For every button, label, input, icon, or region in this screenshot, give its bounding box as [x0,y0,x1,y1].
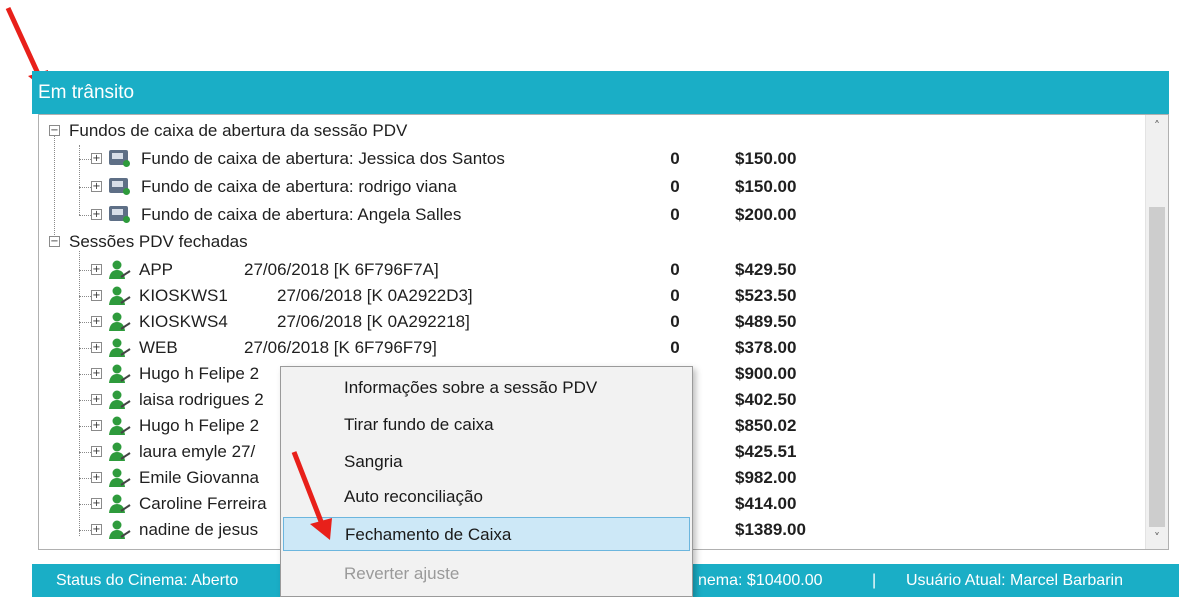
row-qty: 0 [670,205,680,224]
plus-box-icon[interactable]: + [91,420,102,431]
row-amount: $850.02 [735,416,797,435]
session-name: Emile Giovanna [139,468,260,487]
session-name: Caroline Ferreira [139,494,267,513]
status-cinema: Status do Cinema: Aberto [56,572,239,589]
tree-row[interactable]: + Fundo de caixa de abertura: Jessica do… [39,146,1139,172]
tree-row[interactable]: + Fundo de caixa de abertura: rodrigo vi… [39,174,1139,200]
row-amount: $900.00 [735,364,797,383]
user-icon [109,390,131,410]
plus-box-icon[interactable]: + [91,446,102,457]
session-name: KIOSKWS1 [139,286,228,305]
panel-header: Em trânsito [32,71,1169,114]
row-qty: 0 [670,286,680,305]
plus-box-icon[interactable]: + [91,153,102,164]
plus-box-icon[interactable]: + [91,394,102,405]
monitor-icon [109,178,130,195]
row-qty: 0 [670,149,680,168]
monitor-icon [109,206,130,223]
user-icon [109,468,131,488]
tree-row[interactable]: + KIOSKWS4 27/06/2018 [K 0A292218] 0 $489.50 [39,309,1139,335]
plus-box-icon[interactable]: + [91,209,102,220]
plus-box-icon[interactable]: + [91,316,102,327]
tree-row[interactable]: + WEB 27/06/2018 [K 6F796F79] 0 $378.00 [39,335,1139,361]
user-icon [109,312,131,332]
tree-row[interactable]: + Fundo de caixa de abertura: Angela Sal… [39,202,1139,228]
session-detail: 27/06/2018 [K 6F796F7A] [244,260,439,279]
session-name: laisa rodrigues 2 [139,390,264,409]
session-name: laura emyle 27/ [139,442,256,461]
plus-box-icon[interactable]: + [91,290,102,301]
tree-row-label: Fundo de caixa de abertura: rodrigo vian… [141,177,457,196]
row-amount: $425.51 [735,442,797,461]
menu-item-auto-reconciliation[interactable]: Auto reconciliação [283,480,690,514]
row-amount: $429.50 [735,260,797,279]
user-icon [109,286,131,306]
session-name: Hugo h Felipe 2 [139,416,260,435]
menu-item-close-register[interactable]: Fechamento de Caixa [283,517,690,551]
chevron-up-icon[interactable]: ˄ [1146,115,1168,137]
row-amount: $402.50 [735,390,797,409]
plus-box-icon[interactable]: + [91,472,102,483]
scroll-thumb[interactable] [1149,207,1165,527]
plus-box-icon[interactable]: + [91,181,102,192]
session-name: WEB [139,338,178,357]
tree-row-label: Fundo de caixa de abertura: Jessica dos … [141,149,505,168]
session-detail: 27/06/2018 [K 0A2922D3] [277,286,473,305]
menu-item-sangria[interactable]: Sangria [283,445,690,479]
row-qty: 0 [670,312,680,331]
tree-group-label: Fundos de caixa de abertura da sessão PD… [69,121,408,140]
plus-box-icon[interactable]: + [91,342,102,353]
plus-box-icon[interactable]: + [91,264,102,275]
row-amount: $489.50 [735,312,797,331]
menu-item-session-info[interactable]: Informações sobre a sessão PDV [283,371,690,405]
vertical-scrollbar[interactable]: ˄ ˅ [1145,115,1168,549]
session-name: KIOSKWS4 [139,312,228,331]
user-icon [109,442,131,462]
tree-row[interactable]: + KIOSKWS1 27/06/2018 [K 0A2922D3] 0 $523.50 [39,283,1139,309]
plus-box-icon[interactable]: + [91,368,102,379]
monitor-icon [109,150,130,167]
session-detail: 27/06/2018 [K 6F796F79] [244,338,437,357]
chevron-down-icon[interactable]: ˅ [1146,527,1168,549]
user-icon [109,364,131,384]
row-amount: $150.00 [735,149,797,168]
user-icon [109,416,131,436]
menu-item-revert-adjustment[interactable]: Reverter ajuste [283,557,690,591]
user-icon [109,338,131,358]
status-separator: | [872,572,877,589]
row-amount: $523.50 [735,286,797,305]
plus-box-icon[interactable]: + [91,498,102,509]
session-name: APP [139,260,174,279]
tree-group-label: Sessões PDV fechadas [69,232,248,251]
row-amount: $378.00 [735,338,797,357]
plus-box-icon[interactable]: + [91,524,102,535]
row-qty: 0 [670,338,680,357]
tree-row[interactable]: + APP 27/06/2018 [K 6F796F7A] 0 $429.50 [39,257,1139,283]
menu-item-take-cash-fund[interactable]: Tirar fundo de caixa [283,408,690,442]
session-name: nadine de jesus [139,520,259,539]
tree-row-label: Fundo de caixa de abertura: Angela Salle… [141,205,462,224]
minus-box-icon[interactable]: − [49,125,60,136]
minus-box-icon[interactable]: − [49,236,60,247]
row-amount: $982.00 [735,468,797,487]
session-detail: 27/06/2018 [K 0A292218] [277,312,470,331]
panel-title: Em trânsito [38,82,135,103]
user-icon [109,520,131,540]
row-qty: 0 [670,260,680,279]
user-icon [109,494,131,514]
row-amount: $200.00 [735,205,797,224]
row-amount: $414.00 [735,494,797,513]
status-user: Usuário Atual: Marcel Barbarin [906,572,1123,589]
user-icon [109,260,131,280]
session-name: Hugo h Felipe 2 [139,364,260,383]
row-amount: $1389.00 [735,520,806,539]
status-total: nema: $10400.00 [698,572,823,589]
context-menu[interactable]: Informações sobre a sessão PDV Tirar fun… [280,366,693,597]
row-amount: $150.00 [735,177,797,196]
row-qty: 0 [670,177,680,196]
